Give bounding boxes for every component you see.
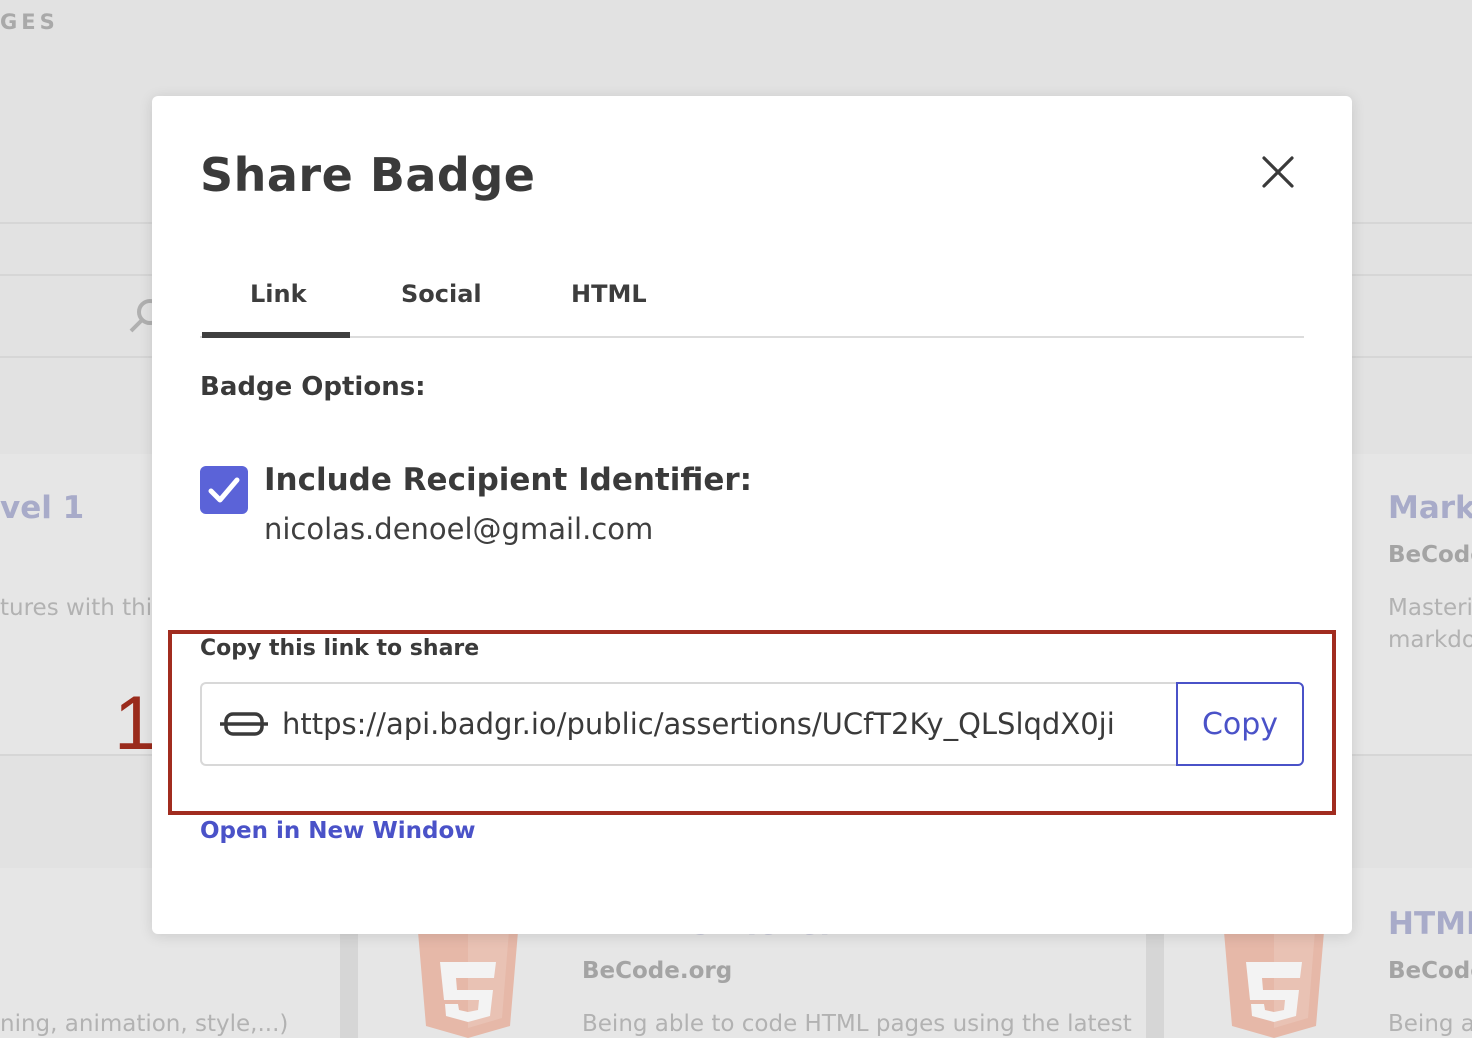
background-card-desc: ning, animation, style,...) (0, 1011, 289, 1037)
tab-html[interactable]: HTML (571, 280, 647, 308)
annotation-number: 1 (114, 681, 157, 766)
background-card-desc: markdo (1388, 627, 1472, 653)
share-badge-modal: Share Badge Link Social HTML Badge Optio… (152, 96, 1352, 934)
recipient-email: nicolas.denoel@gmail.com (264, 512, 654, 546)
tab-social[interactable]: Social (401, 280, 482, 308)
include-recipient-label: Include Recipient Identifier: (264, 462, 753, 498)
background-card-desc: Masteri (1388, 595, 1472, 621)
background-section-heading: GES (0, 10, 59, 34)
background-card-issuer: BeCode (1388, 542, 1472, 568)
share-url-input[interactable] (282, 702, 1154, 746)
background-card-title: vel 1 (0, 490, 85, 526)
background-card-desc: tures with this (0, 595, 165, 621)
share-link-field[interactable] (200, 682, 1178, 766)
background-card-issuer: BeCode.org (582, 958, 733, 984)
active-tab-indicator (202, 332, 350, 338)
background-card-issuer: BeCode (1388, 958, 1472, 984)
share-tabs: Link Social HTML (200, 266, 1304, 338)
badge-options-label: Badge Options: (200, 372, 426, 402)
close-icon[interactable] (1258, 152, 1298, 192)
copy-link-label: Copy this link to share (200, 636, 480, 661)
background-card-desc: Being able to code HTML pages using the … (582, 1011, 1132, 1037)
background-card-desc: Being al (1388, 1011, 1472, 1037)
copy-button[interactable]: Copy (1176, 682, 1304, 766)
modal-title: Share Badge (200, 148, 536, 202)
background-card-title: Mark (1388, 490, 1472, 526)
open-new-window-link[interactable]: Open in New Window (200, 818, 476, 844)
include-recipient-checkbox[interactable] (200, 466, 248, 514)
background-card-title: HTML (1388, 906, 1472, 942)
tab-link[interactable]: Link (250, 280, 307, 308)
link-icon (220, 712, 268, 736)
checkmark-icon (208, 477, 240, 503)
